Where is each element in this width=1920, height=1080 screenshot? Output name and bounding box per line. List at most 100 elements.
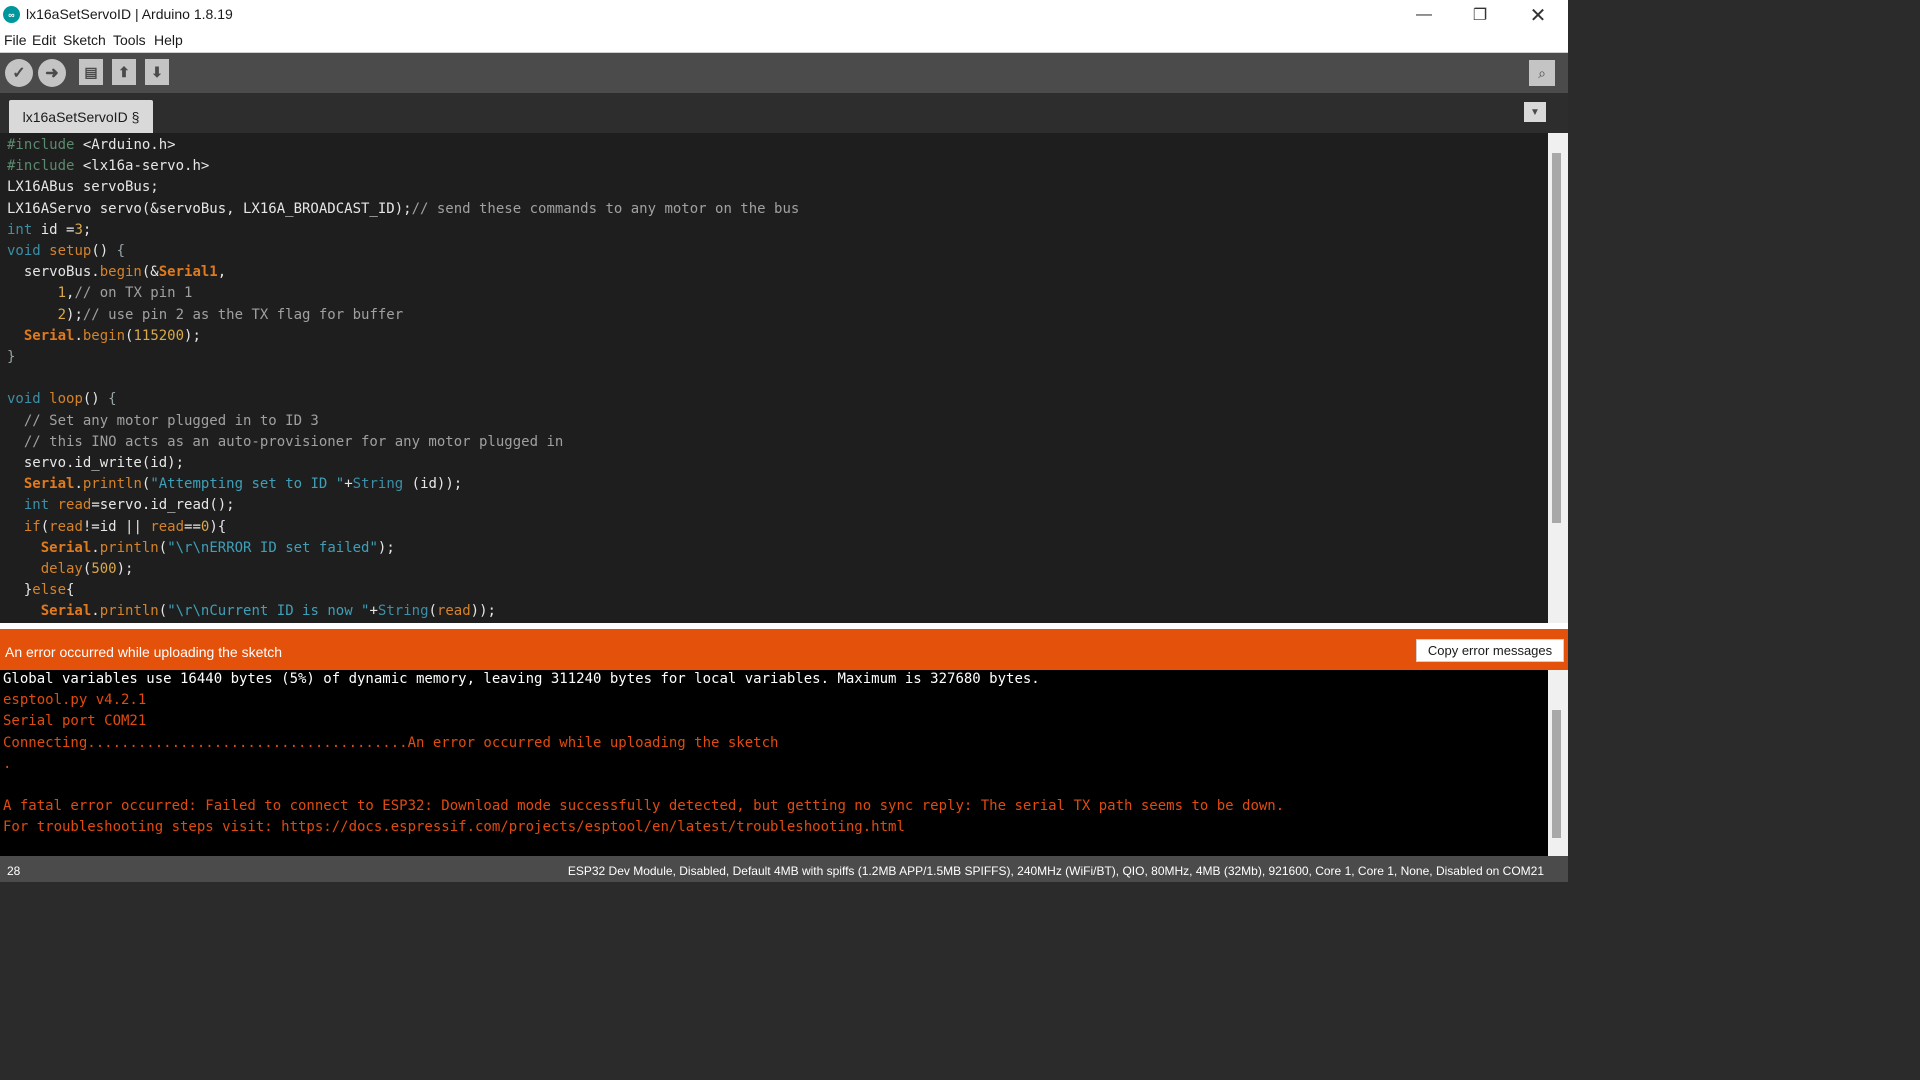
copy-error-messages-button[interactable]: Copy error messages <box>1416 639 1564 662</box>
triangle-down-icon: ▼ <box>1530 106 1540 118</box>
close-button[interactable]: ✕ <box>1510 0 1566 30</box>
code-token: read <box>49 518 83 535</box>
menu-tools[interactable]: Tools <box>113 32 146 48</box>
code-token: String <box>352 476 404 493</box>
console-line: . <box>3 755 12 772</box>
code-token: println <box>99 603 159 620</box>
console-scroll-thumb[interactable] <box>1552 710 1561 838</box>
code-token: + <box>344 476 353 493</box>
tab-sketch[interactable]: lx16aSetServoID § <box>9 100 153 133</box>
console-output[interactable]: Global variables use 16440 bytes (5%) of… <box>0 670 1548 856</box>
code-token: Serial <box>40 539 92 556</box>
error-bar: An error occurred while uploading the sk… <box>0 629 1568 670</box>
restore-icon: ❐ <box>1472 7 1488 24</box>
code-token: void <box>7 391 41 408</box>
line-number: 28 <box>7 864 21 878</box>
board-info: ESP32 Dev Module, Disabled, Default 4MB … <box>567 864 1544 878</box>
code-token: "\r\nCurrent ID is now " <box>167 603 370 620</box>
verify-button[interactable]: ✓ <box>5 59 33 87</box>
code-line: Serial.println("Attempting set to ID "+S… <box>7 474 462 495</box>
code-token: =servo.id_read(); <box>91 497 235 514</box>
menu-bar: File Edit Sketch Tools Help <box>0 30 1568 53</box>
console-line: esptool.py v4.2.1 <box>3 692 147 709</box>
code-token: () <box>91 243 117 259</box>
tab-menu-button[interactable]: ▼ <box>1524 102 1546 122</box>
restore-button[interactable]: ❐ <box>1452 0 1508 30</box>
code-token: servo.id_write(id); <box>7 455 185 471</box>
code-token: read <box>436 603 471 620</box>
new-button[interactable]: ▤ <box>79 59 103 85</box>
code-token: // on TX pin 1 <box>74 285 193 302</box>
code-token: . <box>91 603 100 620</box>
code-token: // this INO acts as an auto-provisioner … <box>7 433 564 450</box>
console-line: Serial port COM21 <box>3 713 147 730</box>
code-line: servoBus.begin(&Serial1, <box>7 262 226 283</box>
code-line: int id =3; <box>7 220 91 241</box>
code-token: . <box>74 476 83 493</box>
code-token: 2 <box>57 306 67 323</box>
magnifier-icon: ⌕ <box>1538 64 1546 81</box>
code-token: LX16AServo servo(&servoBus, LX16A_BROADC… <box>7 200 412 217</box>
editor-scroll-thumb[interactable] <box>1552 153 1561 523</box>
code-token: String <box>377 603 429 620</box>
code-token: 115200 <box>133 327 185 344</box>
console-scrollbar[interactable] <box>1548 670 1568 856</box>
code-token: (id)); <box>403 476 463 493</box>
menu-file[interactable]: File <box>4 32 27 48</box>
code-token: Serial <box>23 476 75 493</box>
editor-scrollbar[interactable] <box>1548 133 1568 623</box>
console-line: Global variables use 16440 bytes (5%) of… <box>3 671 1040 687</box>
code-token: begin <box>99 264 142 281</box>
code-token: ( <box>158 603 168 620</box>
tab-bar: lx16aSetServoID § ▼ <box>0 93 1568 133</box>
upload-button[interactable]: ➜ <box>38 59 66 87</box>
code-token: 1 <box>57 285 67 302</box>
code-token: ); <box>66 306 83 323</box>
code-token: ( <box>158 539 168 556</box>
code-token: () <box>82 391 109 408</box>
code-line: Serial.println("\r\nERROR ID set failed"… <box>7 538 395 559</box>
code-token: Serial <box>40 603 92 620</box>
code-token: println <box>99 539 159 556</box>
code-token: 500 <box>91 561 117 577</box>
code-token: read <box>57 497 92 514</box>
arduino-logo-icon: ∞ <box>3 6 20 23</box>
code-token: "\r\nERROR ID set failed" <box>167 539 378 556</box>
code-line: // Set any motor plugged in to ID 3 <box>7 411 319 432</box>
code-token: else <box>32 582 67 599</box>
minimize-button[interactable]: — <box>1396 0 1452 30</box>
code-token: . <box>91 539 100 556</box>
code-token: #include <box>7 158 75 175</box>
code-editor[interactable]: #include <Arduino.h> #include <lx16a-serv… <box>0 133 1548 623</box>
code-token: { <box>108 391 117 408</box>
code-token: ); <box>377 539 395 556</box>
save-button[interactable]: ⬇ <box>145 59 169 85</box>
menu-help[interactable]: Help <box>154 32 183 48</box>
code-line: #include <Arduino.h> <box>7 135 176 156</box>
title-bar: ∞ lx16aSetServoID | Arduino 1.8.19 — ❐ ✕ <box>0 0 1568 30</box>
code-line: 1,// on TX pin 1 <box>7 283 193 304</box>
serial-monitor-button[interactable]: ⌕ <box>1529 60 1555 86</box>
code-token: ); <box>184 327 201 344</box>
open-button[interactable]: ⬆ <box>112 59 136 85</box>
code-token: )); <box>470 603 496 620</box>
code-line: } <box>7 347 15 368</box>
menu-sketch[interactable]: Sketch <box>63 32 106 48</box>
code-token: begin <box>82 327 126 344</box>
code-line: }else{ <box>7 580 75 601</box>
menu-edit[interactable]: Edit <box>32 32 56 48</box>
code-token: if <box>23 518 41 535</box>
code-token: LX16ABus servoBus; <box>7 179 159 196</box>
code-token: ( <box>40 518 50 535</box>
console-line: A fatal error occurred: Failed to connec… <box>3 798 1285 815</box>
code-token: <lx16a-servo.h> <box>74 158 210 175</box>
toolbar: ✓ ➜ ▤ ⬆ ⬇ ⌕ <box>0 53 1568 93</box>
code-line: Serial.println("\r\nCurrent ID is now "+… <box>7 601 496 622</box>
code-token: Serial <box>23 327 75 344</box>
